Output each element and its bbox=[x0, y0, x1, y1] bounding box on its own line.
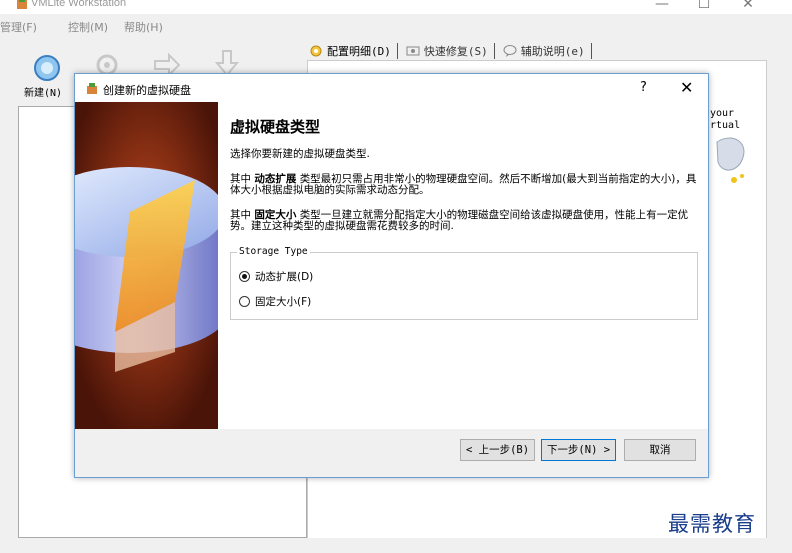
app-title: VMLite Workstation bbox=[31, 0, 127, 9]
minimize-button[interactable]: — bbox=[647, 0, 677, 14]
option-dynamic-label: 动态扩展(D) bbox=[255, 271, 314, 283]
app-logo-icon bbox=[17, 0, 27, 9]
menu-control[interactable]: 控制(M) bbox=[68, 19, 108, 35]
welcome-text-line: your bbox=[710, 108, 735, 119]
welcome-text-line: rtual bbox=[710, 120, 741, 131]
statusbar bbox=[0, 538, 792, 553]
option-fixed-label: 固定大小(F) bbox=[255, 296, 312, 308]
help-button[interactable]: ? bbox=[640, 80, 647, 95]
disk-graphic-icon bbox=[75, 102, 218, 429]
dynamic-description: 其中 动态扩展 类型最初只需占用非常小的物理硬盘空间。然后不断增加(最大到当前指… bbox=[230, 174, 698, 196]
watermark: 最需教育 bbox=[668, 512, 756, 536]
tab-help-label: 辅助说明(e) bbox=[520, 45, 585, 58]
close-button[interactable]: ✕ bbox=[733, 0, 763, 14]
mascot-image bbox=[716, 137, 745, 183]
option-dynamic[interactable]: 动态扩展(D) bbox=[239, 269, 313, 284]
dynamic-text: 类型最初只需占用非常小的物理硬盘空间。然后不断增加(最大到当前指定的大小)，具体… bbox=[230, 173, 697, 196]
menu-help[interactable]: 帮助(H) bbox=[124, 19, 163, 35]
page-title: 虚拟硬盘类型 bbox=[230, 118, 321, 136]
gear-icon bbox=[310, 45, 322, 57]
dialog-footer: < 上一步(B) 下一步(N) > 取消 bbox=[75, 429, 708, 477]
storage-type-group: Storage Type 动态扩展(D) 固定大小(F) bbox=[230, 246, 698, 320]
fixed-description: 其中 固定大小 类型一旦建立就需分配指定大小的物理磁盘空间给该虚拟硬盘使用，性能… bbox=[230, 210, 698, 232]
option-fixed[interactable]: 固定大小(F) bbox=[239, 294, 311, 309]
dialog-titlebar: 创建新的虚拟硬盘 ? ✕ bbox=[75, 74, 708, 102]
detail-tabs: 配置明细(D) 快速修复(S) 辅助说明(e) bbox=[309, 42, 592, 60]
wizard-content: 虚拟硬盘类型 选择你要新建的虚拟硬盘类型. 其中 动态扩展 类型最初只需占用非常… bbox=[218, 102, 708, 429]
menubar: 管理(F) 控制(M) 帮助(H) bbox=[0, 19, 792, 35]
cancel-button[interactable]: 取消 bbox=[624, 439, 696, 461]
intro-text: 选择你要新建的虚拟硬盘类型. bbox=[230, 148, 370, 160]
new-vm-icon[interactable] bbox=[32, 53, 62, 83]
new-button-label[interactable]: 新建(N) bbox=[24, 84, 62, 99]
storage-type-label: Storage Type bbox=[237, 246, 310, 257]
fixed-text: 类型一旦建立就需分配指定大小的物理磁盘空间给该虚拟硬盘使用，性能上有一定优势。建… bbox=[230, 209, 689, 232]
chat-icon bbox=[503, 45, 517, 57]
welcome-text-snippet: your rtual bbox=[710, 108, 740, 132]
tab-snapshots-label: 快速修复(S) bbox=[423, 45, 488, 58]
wizard-side-image: ← bbox=[75, 102, 218, 429]
radio-fixed[interactable] bbox=[239, 296, 250, 307]
camera-icon bbox=[406, 46, 420, 56]
app-titlebar: VMLite Workstation — ☐ ✕ bbox=[0, 0, 792, 14]
tab-help[interactable]: 辅助说明(e) bbox=[503, 43, 592, 59]
menu-manage[interactable]: 管理(F) bbox=[0, 19, 37, 35]
tab-snapshots[interactable]: 快速修复(S) bbox=[406, 43, 495, 59]
back-button[interactable]: < 上一步(B) bbox=[460, 439, 535, 461]
dialog-close-button[interactable]: ✕ bbox=[680, 78, 693, 97]
dialog-logo-icon bbox=[87, 83, 97, 94]
next-button[interactable]: 下一步(N) > bbox=[541, 439, 616, 461]
tab-details-label: 配置明细(D) bbox=[327, 45, 391, 58]
maximize-button[interactable]: ☐ bbox=[689, 0, 719, 14]
radio-dynamic[interactable] bbox=[239, 271, 250, 282]
create-disk-dialog: 创建新的虚拟硬盘 ? ✕ ← bbox=[74, 73, 709, 478]
tab-details[interactable]: 配置明细(D) bbox=[309, 43, 398, 59]
dialog-title: 创建新的虚拟硬盘 bbox=[103, 84, 191, 97]
